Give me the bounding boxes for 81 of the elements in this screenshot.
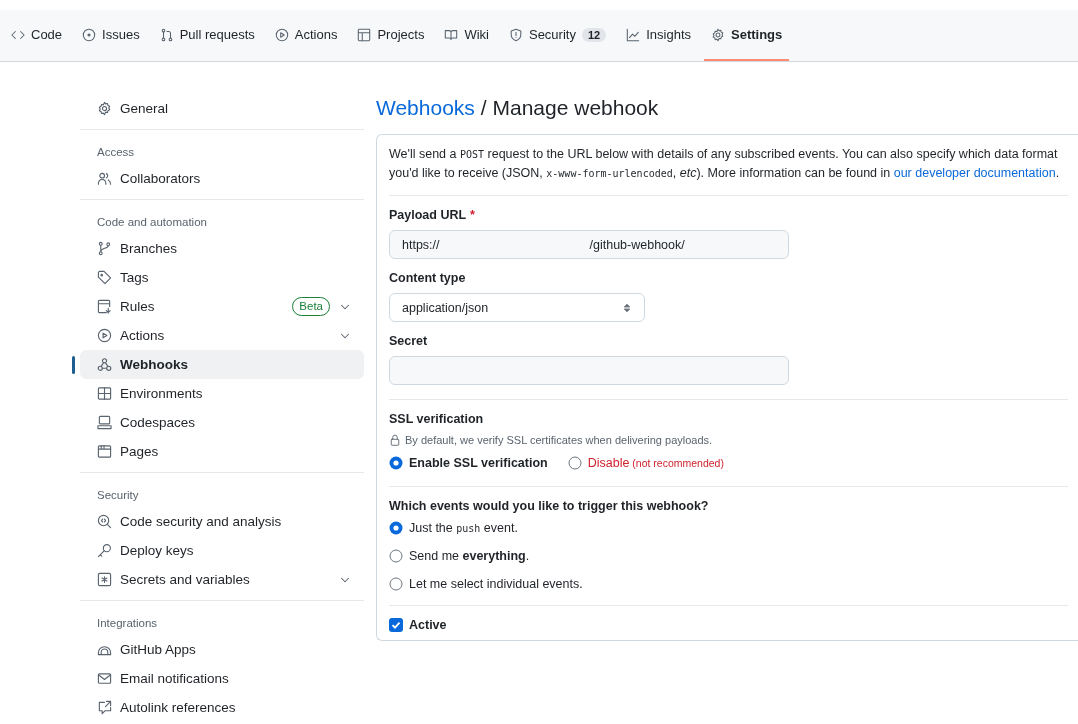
documentation-link[interactable]: our developer documentation xyxy=(893,166,1056,180)
repo-tab[interactable]: Insights xyxy=(619,10,698,61)
mail-icon xyxy=(97,671,112,686)
rules-icon xyxy=(97,299,112,314)
breadcrumb-link[interactable]: Webhooks xyxy=(376,96,475,120)
server-icon xyxy=(97,386,112,401)
section-heading: SSL verification xyxy=(389,412,485,426)
sidebar-item[interactable]: Email notifications xyxy=(80,664,364,693)
table-icon xyxy=(357,27,372,42)
play-circle-icon xyxy=(97,328,112,343)
field-label: Payload URL * xyxy=(389,208,476,222)
content-type-select[interactable]: application/json xyxy=(389,293,645,322)
repo-tab[interactable]: Wiki xyxy=(437,10,496,61)
radio-button[interactable] xyxy=(389,521,403,535)
tag-icon xyxy=(97,270,112,285)
page-title: / Manage webhook xyxy=(480,96,659,120)
webhook-icon xyxy=(97,357,112,372)
sidebar-item[interactable]: Pages xyxy=(80,437,364,466)
secret-input-field[interactable] xyxy=(389,356,789,385)
asterisk-box-icon xyxy=(97,572,112,587)
play-circle-icon xyxy=(274,27,289,42)
sidebar-item[interactable]: Tags xyxy=(80,263,364,292)
sidebar-item[interactable]: Environments xyxy=(80,379,364,408)
required-asterisk: * xyxy=(470,208,475,222)
section-heading: Access xyxy=(96,145,136,160)
help-text: By default, we verify SSL certificates when delivering payloads. xyxy=(405,434,713,446)
branch-icon xyxy=(97,241,112,256)
checkbox-label: Active xyxy=(409,618,447,632)
sidebar-item[interactable]: Autolink references xyxy=(80,693,364,722)
codescan-icon xyxy=(97,514,112,529)
description-text: We'll send a POST request to the URL below with details of any subscribed events. You can also specify which data format you'd like to receive (JSON, x-www-form-urlencoded, etc). More information can be found in our developer documentation. xyxy=(389,145,1068,196)
section-heading: Code and automation xyxy=(96,215,208,230)
gear-icon xyxy=(97,101,112,116)
radio-label: Send me everything. xyxy=(409,549,530,563)
link-external-icon xyxy=(97,700,112,715)
sidebar-item[interactable]: Deploy keys xyxy=(80,536,364,565)
sort-arrows-icon xyxy=(622,302,632,313)
radio-label: Let me select individual events. xyxy=(409,577,583,591)
field-label: Content type xyxy=(389,271,467,285)
question-text: Which events would you like to trigger this webhook? xyxy=(389,499,710,513)
radio-label: Enable SSL verification xyxy=(409,456,548,470)
sidebar-item[interactable]: Rules Beta xyxy=(80,292,364,321)
repo-tab[interactable]: Actions xyxy=(267,10,345,61)
repo-tab[interactable]: Security 12 xyxy=(501,10,614,61)
sidebar-item[interactable]: Secrets and variables xyxy=(80,565,364,594)
radio-button[interactable] xyxy=(567,456,582,470)
radio-button[interactable] xyxy=(389,456,403,470)
shield-icon xyxy=(508,27,523,42)
laptop-icon xyxy=(97,415,112,430)
key-icon xyxy=(97,543,112,558)
repo-tab[interactable]: Settings xyxy=(704,10,790,61)
repo-tab[interactable]: Code xyxy=(4,10,70,61)
repo-tab[interactable]: Pull requests xyxy=(152,10,262,61)
radio-label: Just the push event. xyxy=(409,521,518,535)
sidebar-item[interactable]: General xyxy=(80,94,364,123)
sidebar-item[interactable]: Collaborators xyxy=(80,164,364,193)
sidebar-item[interactable]: Actions xyxy=(80,321,364,350)
circle-dot-icon xyxy=(82,27,97,42)
radio-button[interactable] xyxy=(389,577,403,591)
counter-badge: 12 xyxy=(581,27,607,42)
pull-request-icon xyxy=(159,27,174,42)
sidebar-item[interactable]: Branches xyxy=(80,234,364,263)
graph-icon xyxy=(626,27,641,42)
repo-tab[interactable]: Projects xyxy=(350,10,432,61)
selection-indicator xyxy=(72,356,75,374)
sidebar-item[interactable]: Codespaces xyxy=(80,408,364,437)
repo-tab[interactable]: Issues xyxy=(75,10,147,61)
section-heading: Security xyxy=(96,488,140,503)
people-icon xyxy=(97,171,112,186)
gear-icon xyxy=(711,27,725,42)
book-icon xyxy=(444,27,459,42)
browser-icon xyxy=(97,444,112,459)
sidebar-item[interactable]: GitHub Apps xyxy=(80,635,364,664)
radio-button[interactable] xyxy=(389,549,403,563)
sidebar-item[interactable]: Code security and analysis xyxy=(80,507,364,536)
field-label: Secret xyxy=(389,334,429,348)
url-input-field[interactable]: https:// /github-webhook/ xyxy=(389,230,789,259)
checkbox[interactable] xyxy=(389,618,403,632)
radio-label: Disable (not recommended) xyxy=(587,456,724,470)
lock-icon xyxy=(389,434,401,446)
section-heading: Integrations xyxy=(96,616,159,631)
